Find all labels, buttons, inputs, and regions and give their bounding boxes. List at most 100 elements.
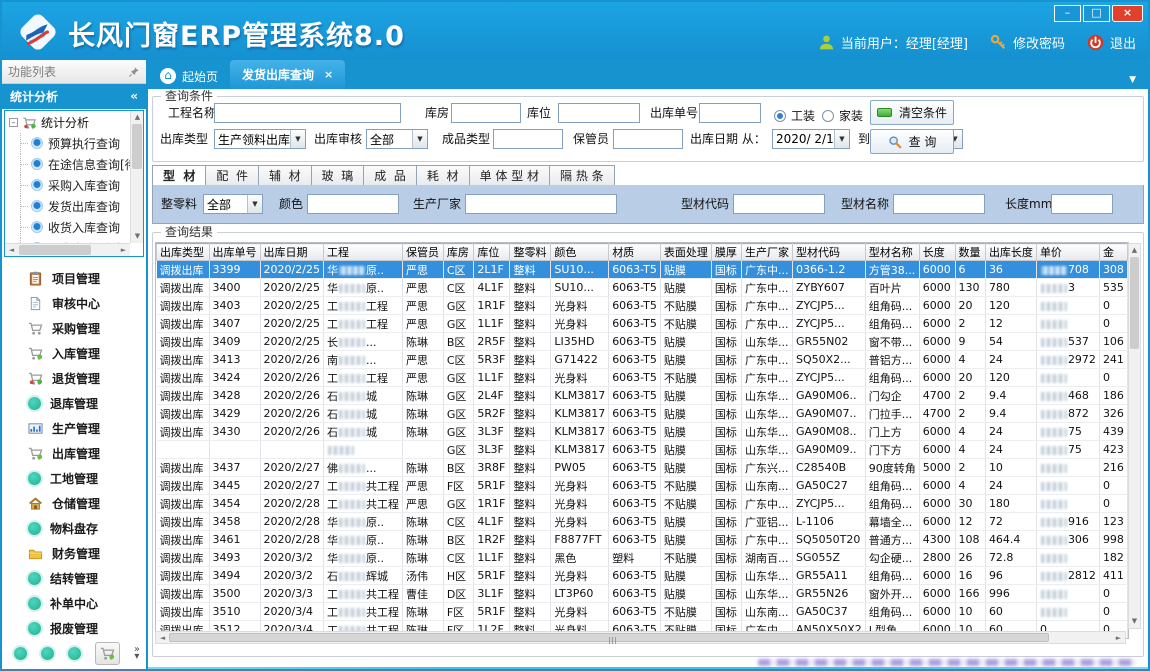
table-row[interactable]: 调拨出库35002020/3/3工共工程曹佳D区3L1F整料LT3P606063…: [157, 585, 1128, 603]
column-header[interactable]: 生产厂家: [741, 244, 792, 261]
tree-root[interactable]: – 统计分析: [9, 113, 143, 133]
sidebar-module-item[interactable]: 退库管理: [2, 391, 146, 416]
warehouse-input[interactable]: [451, 103, 521, 123]
search-button[interactable]: 查 询: [870, 129, 954, 154]
sidebar-module-item[interactable]: 仓储管理: [2, 491, 146, 516]
table-vscrollbar[interactable]: ▲ ▼: [1128, 243, 1141, 629]
tab-shipping-outbound-query[interactable]: 发货出库查询 ×: [230, 60, 345, 89]
table-row[interactable]: 调拨出库34072020/2/25工工程严思G区1L1F整料光身料6063-T5…: [157, 315, 1128, 333]
sidebar-module-item[interactable]: 补单中心: [2, 591, 146, 616]
table-row[interactable]: 调拨出库34032020/2/25工工程严思G区1R1F整料光身料6063-T5…: [157, 297, 1128, 315]
length-input[interactable]: [1051, 194, 1113, 214]
table-row[interactable]: 调拨出库34242020/2/26工工程严思G区1L1F整料光身料6063-T5…: [157, 369, 1128, 387]
column-header[interactable]: 数量: [955, 244, 985, 261]
material-tab[interactable]: 成 品: [364, 165, 417, 186]
column-header[interactable]: 颜色: [551, 244, 609, 261]
table-row[interactable]: 调拨出库34542020/2/28工共工程严思G区1R1F整料光身料6063-T…: [157, 495, 1128, 513]
tree-vscrollbar[interactable]: ▲ ▼: [130, 111, 143, 244]
tab-list-dropdown-icon[interactable]: ▼: [1129, 75, 1148, 89]
column-header[interactable]: 出库长度: [985, 244, 1036, 261]
sidebar-module-item[interactable]: 入库管理: [2, 341, 146, 366]
table-row[interactable]: 调拨出库34372020/2/27佛...陈琳B区3R8F整料PW056063-…: [157, 459, 1128, 477]
tree-item[interactable]: 采购入库查询: [9, 175, 143, 196]
column-header[interactable]: 型材名称: [865, 244, 919, 261]
table-row[interactable]: 调拨出库34132020/2/26南...严思C区5R3F整料G71422606…: [157, 351, 1128, 369]
project-name-input[interactable]: [214, 103, 401, 123]
table-row[interactable]: 调拨出库34942020/3/2石辉城汤伟H区5R1F整料光身料6063-T5贴…: [157, 567, 1128, 585]
table-row[interactable]: 调拨出库34292020/2/26石城陈琳G区5R2F整料KLM38176063…: [157, 405, 1128, 423]
sidebar-module-item[interactable]: 结转管理: [2, 566, 146, 591]
column-header[interactable]: 表面处理: [660, 244, 711, 261]
module-dot-icon[interactable]: [68, 647, 81, 660]
close-button[interactable]: ×: [1112, 5, 1143, 22]
column-header[interactable]: 工程: [323, 244, 402, 261]
column-header[interactable]: 保管员: [402, 244, 443, 261]
sidebar-module-item[interactable]: 采购管理: [2, 316, 146, 341]
tree-item[interactable]: 发货出库查询: [9, 196, 143, 217]
collapse-icon[interactable]: «: [130, 89, 138, 103]
date-from-picker[interactable]: 2020/ 2/16▼: [772, 129, 850, 149]
module-dot-icon[interactable]: [14, 647, 27, 660]
sidebar-module-item[interactable]: 财务管理: [2, 541, 146, 566]
column-header[interactable]: 出库类型: [157, 244, 210, 261]
profile-name-input[interactable]: [893, 194, 985, 214]
sidebar-module-item[interactable]: 项目管理: [2, 266, 146, 291]
tree-item[interactable]: 收货入库查询: [9, 217, 143, 238]
manufacturer-input[interactable]: [465, 194, 617, 214]
material-tab[interactable]: 型 材: [152, 165, 206, 186]
tab-home[interactable]: ⌂ 起始页: [148, 63, 230, 89]
keeper-input[interactable]: [613, 129, 683, 149]
column-header[interactable]: 材质: [609, 244, 661, 261]
module-dot-icon[interactable]: [41, 647, 54, 660]
tab-close-icon[interactable]: ×: [324, 68, 333, 81]
sidebar-module-item[interactable]: 审核中心: [2, 291, 146, 316]
sidebar-module-item[interactable]: 生产管理: [2, 416, 146, 441]
material-tab[interactable]: 耗 材: [417, 165, 470, 186]
table-row[interactable]: 调拨出库34302020/2/26石城陈琳G区3L3F整料KLM38176063…: [157, 423, 1128, 441]
tree-item[interactable]: 在途信息查询[待: [9, 154, 143, 175]
table-row[interactable]: G区3L3F整料KLM38176063-T5贴膜国标山东华...GA90M09.…: [157, 441, 1128, 459]
column-header[interactable]: 出库日期: [260, 244, 323, 261]
table-row[interactable]: 调拨出库34612020/2/28华原..陈琳B区1R2F整料F8877FT60…: [157, 531, 1128, 549]
expander-icon[interactable]: –: [9, 118, 18, 127]
location-input[interactable]: [558, 103, 640, 123]
table-hscrollbar[interactable]: ◄ ►: [155, 631, 1126, 644]
radio-work-clothing[interactable]: 工装: [774, 107, 815, 124]
material-tab[interactable]: 隔 热 条: [550, 165, 615, 186]
table-row[interactable]: 调拨出库34282020/2/26石城陈琳G区2L4F整料KLM38176063…: [157, 387, 1128, 405]
sidebar-module-item[interactable]: 物料盘存: [2, 516, 146, 541]
sidebar-module-item[interactable]: 退货管理: [2, 366, 146, 391]
column-header[interactable]: 整零料: [510, 244, 551, 261]
pin-icon[interactable]: [128, 66, 140, 78]
radio-home-decoration[interactable]: 家装: [822, 107, 863, 124]
column-header[interactable]: 金: [1099, 244, 1127, 261]
sidebar-module-item[interactable]: 出库管理: [2, 441, 146, 466]
table-row[interactable]: 调拨出库34932020/3/2华原..陈琳C区1L1F整料黑色塑料不贴膜国标湖…: [157, 549, 1128, 567]
table-row[interactable]: 调拨出库34002020/2/25华原..严思C区4L1F整料SU10...60…: [157, 279, 1128, 297]
table-row[interactable]: 调拨出库34452020/2/27工共工程严思F区5R1F整料光身料6063-T…: [157, 477, 1128, 495]
whole-part-combo[interactable]: 全部▼: [203, 194, 263, 214]
column-header[interactable]: 库房: [443, 244, 474, 261]
material-tab[interactable]: 玻 璃: [312, 165, 365, 186]
sidebar-module-item[interactable]: 报废管理: [2, 616, 146, 641]
column-header[interactable]: 膜厚: [711, 244, 741, 261]
order-no-input[interactable]: [699, 103, 761, 123]
color-input[interactable]: [307, 194, 399, 214]
table-row[interactable]: 调拨出库34092020/2/25长...陈琳B区2R5F整料LI35HD606…: [157, 333, 1128, 351]
audit-combo[interactable]: 全部▼: [366, 129, 428, 149]
profile-code-input[interactable]: [733, 194, 825, 214]
maximize-button[interactable]: □: [1083, 5, 1110, 22]
column-header[interactable]: 型材代码: [792, 244, 865, 261]
material-tab[interactable]: 辅 材: [259, 165, 312, 186]
tree-item[interactable]: 预算执行查询: [9, 133, 143, 154]
material-tab[interactable]: 配 件: [206, 165, 259, 186]
section-header-statistics[interactable]: 统计分析 «: [2, 84, 146, 109]
column-header[interactable]: 库位: [474, 244, 510, 261]
column-header[interactable]: 长度: [919, 244, 955, 261]
column-header[interactable]: 单价: [1036, 244, 1099, 261]
tree-hscrollbar[interactable]: ◄ ►: [5, 243, 130, 256]
table-row[interactable]: 调拨出库35102020/3/4工共工程陈琳F区5R1F整料光身料6063-T5…: [157, 603, 1128, 621]
table-row[interactable]: 调拨出库33992020/2/25华原..严思C区2L1F整料SU10...60…: [157, 261, 1128, 279]
column-header[interactable]: 出库单号: [209, 244, 260, 261]
material-tab[interactable]: 单 体 型 材: [470, 165, 550, 186]
